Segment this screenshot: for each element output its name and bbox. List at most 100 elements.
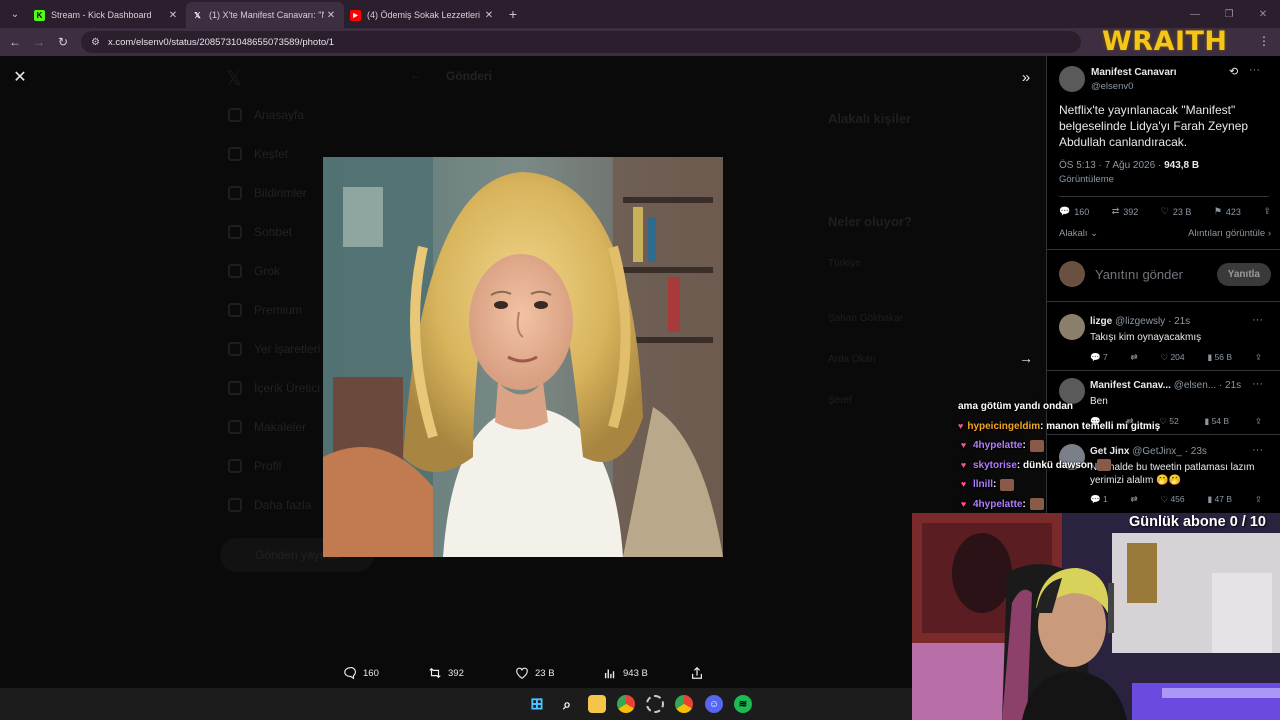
share-button[interactable]: ⇪ <box>1263 206 1271 217</box>
emote-icon <box>1000 478 1015 491</box>
chat-message: ♥ skytorise : dünkü dawson <box>958 456 1158 476</box>
tweet-photo[interactable] <box>323 157 723 557</box>
tab-search-button[interactable]: ⌄ <box>2 4 28 24</box>
author-avatar[interactable] <box>1059 66 1085 92</box>
new-tab-button[interactable]: + <box>502 6 524 22</box>
forward-arrow-icon[interactable]: → <box>27 35 51 49</box>
sort-dropdown[interactable]: Alakalı ⌄ <box>1059 228 1098 239</box>
grok-icon[interactable]: ⟲ <box>1229 65 1238 78</box>
chrome-profile-icon[interactable] <box>675 695 693 713</box>
photo-like-button[interactable]: 23 B <box>515 666 555 680</box>
tweet-stats: 💬 160 ⇄ 392 ♡ 23 B ⚑ 423 ⇪ <box>1059 206 1271 217</box>
photo-reply-button[interactable]: 160 <box>343 666 379 680</box>
next-photo-icon[interactable]: → <box>1016 348 1036 368</box>
view-quotes-link[interactable]: Alıntıları görüntüle › <box>1188 228 1271 239</box>
more-options-icon[interactable]: ··· <box>1252 314 1263 326</box>
subscriber-badge-icon: ♥ <box>960 440 967 451</box>
collapse-panel-icon[interactable]: » <box>1016 68 1036 88</box>
author-name[interactable]: Manifest Canavarı <box>1091 67 1177 78</box>
more-options-icon[interactable]: ··· <box>1249 64 1260 76</box>
reply-input[interactable]: Yanıtını gönder <box>1095 267 1217 282</box>
share-icon[interactable]: ⇪ <box>1255 494 1262 505</box>
close-photo-icon[interactable]: ✕ <box>10 68 30 88</box>
like-button[interactable]: ♡ 23 B <box>1161 206 1192 217</box>
url-field[interactable]: ⚙ x.com/elsenv0/status/20857310486550735… <box>81 31 1081 53</box>
chat-username: llnill <box>973 479 993 491</box>
reply-button[interactable]: 💬 160 <box>1059 206 1089 217</box>
more-options-icon[interactable]: ··· <box>1252 444 1263 456</box>
youtube-icon: ▶ <box>350 9 361 21</box>
divider <box>1047 249 1280 250</box>
bg-trend: Şahan Gökbakar <box>828 313 904 324</box>
tab-kick-dashboard[interactable]: K Stream - Kick Dashboard ✕ <box>28 2 186 28</box>
repost-button[interactable]: ⇄ <box>1131 352 1138 363</box>
more-options-icon[interactable]: ··· <box>1252 378 1263 390</box>
reply-stats: 💬 7 ⇄ ♡ 204 ▮ 56 B ⇪ <box>1090 352 1262 363</box>
spotify-icon[interactable]: ≋ <box>734 695 752 713</box>
photo-action-bar: 160 392 23 B 943 B <box>0 660 1046 684</box>
photo-reply-count: 160 <box>363 667 379 679</box>
tab-youtube[interactable]: ▶ (4) Ödemiş Sokak Lezzetleri ! - ✕ <box>344 2 502 28</box>
browser-menu-icon[interactable]: ⋮ <box>1258 34 1270 48</box>
minimize-icon[interactable]: — <box>1178 9 1212 20</box>
streamer-webcam <box>912 513 1280 720</box>
tab-x-post[interactable]: 𝕏 (1) X'te Manifest Canavarı: "Netf ✕ <box>186 2 344 28</box>
reply-composer: Yanıtını gönder Yanıtla <box>1059 260 1271 288</box>
author-handle[interactable]: @elsenv0 <box>1091 81 1133 92</box>
like-button[interactable]: ♡ 52 <box>1159 416 1178 427</box>
chat-message: ama götüm yandı ondan <box>958 397 1158 417</box>
search-icon[interactable]: ⌕ <box>558 695 576 713</box>
divider <box>1047 301 1280 302</box>
file-explorer-icon[interactable] <box>588 695 606 713</box>
chat-text: : dünkü dawson <box>1016 459 1094 471</box>
bg-back-arrow-icon: ← <box>410 68 422 82</box>
reload-icon[interactable]: ↻ <box>51 35 75 49</box>
like-button[interactable]: ♡ 204 <box>1160 352 1184 363</box>
chrome-icon[interactable] <box>617 695 635 713</box>
tweet-timestamp[interactable]: ÖS 5:13 · 7 Ağu 2026 · 943,8 B <box>1059 160 1199 171</box>
bg-trend: Arda Okan <box>828 354 876 365</box>
reply-author[interactable]: lizge @lizgewsly · 21s <box>1090 316 1190 327</box>
bg-trend: Türkiye <box>828 258 861 269</box>
emote-icon <box>1097 459 1112 472</box>
repost-icon <box>429 667 441 679</box>
views-button[interactable]: ▮ 56 B <box>1207 352 1232 363</box>
screen: ⌄ K Stream - Kick Dashboard ✕ 𝕏 (1) X'te… <box>0 0 1280 720</box>
site-info-icon[interactable]: ⚙ <box>91 37 100 48</box>
chat-text: ama götüm yandı ondan <box>958 401 1074 413</box>
like-button[interactable]: ♡ 456 <box>1160 494 1184 505</box>
share-icon[interactable]: ⇪ <box>1255 352 1262 363</box>
reply-author[interactable]: Manifest Canav... @elsen... · 21s <box>1090 380 1241 391</box>
close-window-icon[interactable]: ✕ <box>1246 9 1280 20</box>
photo-repost-button[interactable]: 392 <box>428 666 464 680</box>
os-taskbar: ⊞ ⌕ ☺ ≋ <box>0 688 912 720</box>
reply-button[interactable]: 💬 7 <box>1090 352 1108 363</box>
photo-share-button[interactable] <box>690 666 704 680</box>
close-tab-icon[interactable]: ✕ <box>324 10 338 21</box>
maximize-icon[interactable]: ❐ <box>1212 9 1246 20</box>
wraith-logo: WRAITH <box>1102 26 1228 57</box>
reply-item[interactable]: lizge @lizgewsly · 21s ··· Takışı kim oy… <box>1047 314 1280 378</box>
reply-text: Takışı kim oynayacakmış <box>1090 332 1202 343</box>
photo-views-button[interactable]: 943 B <box>603 666 648 680</box>
repost-button[interactable]: ⇄ 392 <box>1112 206 1139 217</box>
emote-icon <box>1029 439 1044 452</box>
reply-icon: 💬 <box>1059 206 1071 216</box>
chat-text: : <box>1022 498 1026 510</box>
close-tab-icon[interactable]: ✕ <box>482 10 496 21</box>
back-arrow-icon[interactable]: ← <box>3 35 27 49</box>
app-icon[interactable] <box>646 695 664 713</box>
heart-icon <box>516 667 528 679</box>
share-icon[interactable]: ⇪ <box>1255 416 1262 427</box>
reply-submit-button[interactable]: Yanıtla <box>1216 262 1271 286</box>
close-tab-icon[interactable]: ✕ <box>166 10 180 21</box>
views-button[interactable]: ▮ 47 B <box>1207 494 1232 505</box>
reply-sort-row: Alakalı ⌄ Alıntıları görüntüle › <box>1059 228 1271 239</box>
windows-start-icon[interactable]: ⊞ <box>528 695 546 713</box>
chat-username: 4hypelatte <box>973 498 1023 510</box>
reply-avatar[interactable] <box>1059 314 1085 340</box>
bookmark-button[interactable]: ⚑ 423 <box>1214 206 1241 217</box>
discord-icon[interactable]: ☺ <box>705 695 723 713</box>
views-button[interactable]: ▮ 54 B <box>1205 416 1230 427</box>
chat-username: 4hypelatte <box>973 440 1023 452</box>
